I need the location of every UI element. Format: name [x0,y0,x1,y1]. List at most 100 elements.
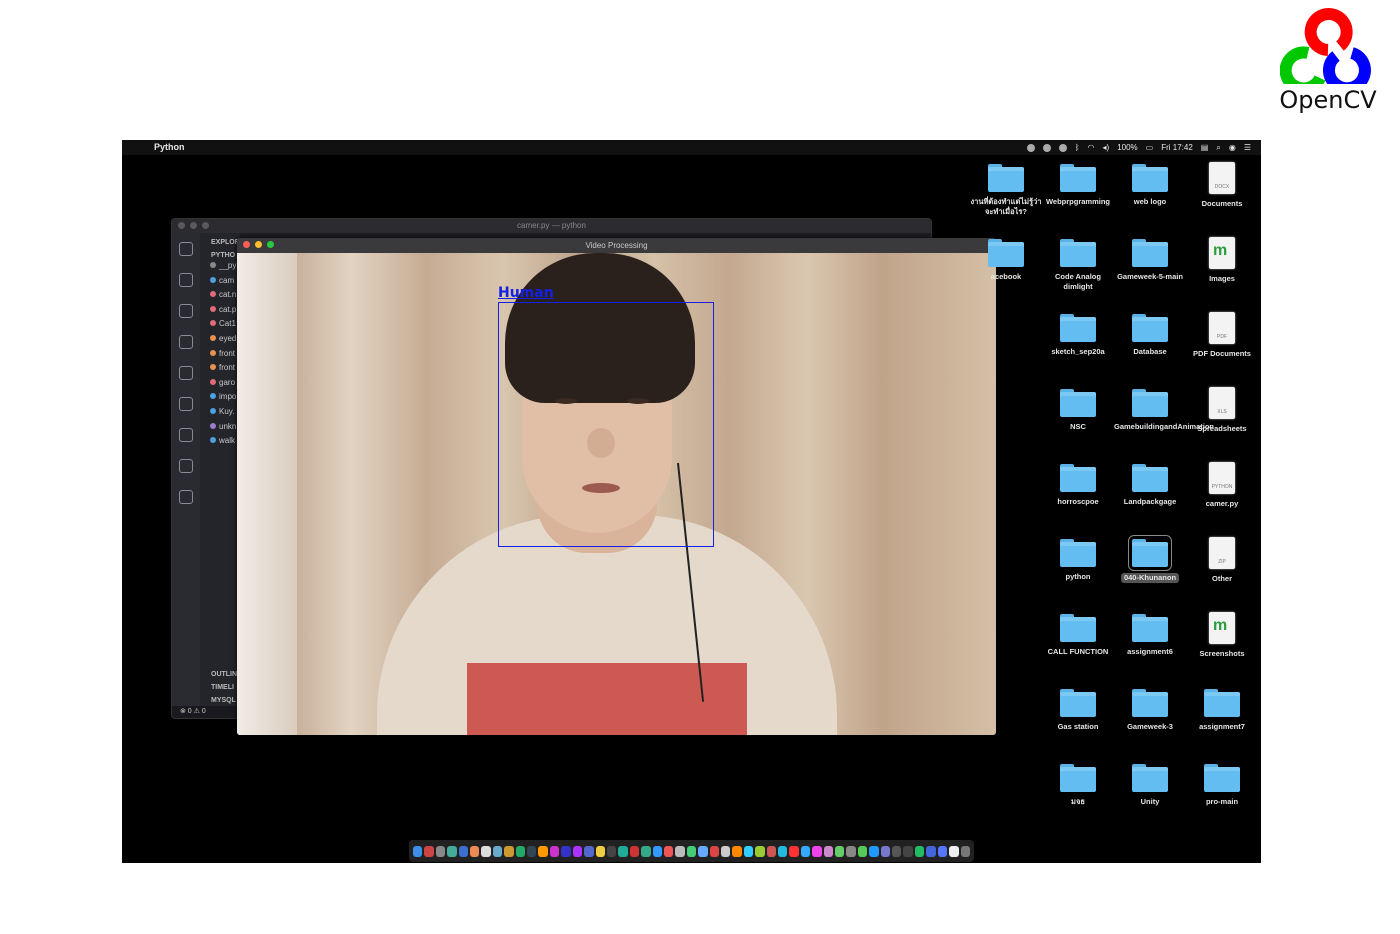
dock-app-icon[interactable] [504,845,514,857]
dock-app-icon[interactable] [515,845,526,857]
battery-icon[interactable]: ▭ [1146,140,1154,155]
menu-app-name[interactable]: Python [154,140,185,155]
desktop-item[interactable]: 040-Khunanon [1114,535,1186,585]
status-icon[interactable] [1042,143,1051,152]
desktop-item[interactable]: Database [1114,312,1186,357]
dock-app-icon[interactable] [641,845,651,857]
dock-app-icon[interactable] [892,845,902,857]
run-debug-icon[interactable] [179,335,193,349]
dock-app-icon[interactable] [789,845,799,857]
source-control-icon[interactable] [179,304,193,318]
desktop-item[interactable]: PDF PDF Documents [1186,312,1258,359]
desktop-item[interactable]: sketch_sep20a [1042,312,1114,357]
desktop-item[interactable]: horroscpoe [1042,462,1114,507]
dock-app-icon[interactable] [675,845,685,857]
dock-app-icon[interactable] [949,845,959,857]
dock-app-icon[interactable] [629,845,640,857]
desktop-item[interactable]: Unity [1114,762,1186,807]
desktop-item[interactable]: ZIP Other [1186,537,1258,584]
dock-app-icon[interactable] [549,845,560,857]
dock-app-icon[interactable] [458,845,469,857]
dock-app-icon[interactable] [778,845,788,857]
battery-percent[interactable]: 100% [1117,140,1137,155]
dock-app-icon[interactable] [903,845,913,857]
dock-app-icon[interactable] [755,845,765,857]
dock-app-icon[interactable] [743,845,754,857]
file-item[interactable]: cam [200,274,240,289]
dock-app-icon[interactable] [561,845,571,857]
control-center-icon[interactable]: ☰ [1244,140,1251,155]
file-item[interactable]: Cat1 [200,317,240,332]
desktop-item[interactable]: pro-main [1186,762,1258,807]
dock-app-icon[interactable] [880,845,891,857]
desktop-item[interactable]: m Screenshots [1186,612,1258,659]
desktop-item[interactable]: มจธ [1042,762,1114,807]
dock-app-icon[interactable] [732,845,742,857]
volume-icon[interactable]: ◂) [1103,140,1110,155]
bluetooth-icon[interactable]: ᛒ [1075,140,1080,155]
search-icon[interactable]: ⌕ [1216,140,1220,155]
status-icon[interactable] [1026,143,1035,152]
menu-clock[interactable]: Fri 17:42 [1161,140,1193,155]
file-item[interactable]: walk [200,434,240,449]
desktop-item[interactable]: m Images [1186,237,1258,284]
dock-app-icon[interactable] [618,845,628,857]
status-icon[interactable] [1058,143,1067,152]
desktop-item[interactable]: NSC [1042,387,1114,432]
dock-app-icon[interactable] [846,845,856,857]
dock-app-icon[interactable] [812,845,822,857]
file-item[interactable]: __py [200,259,240,274]
dock-app-icon[interactable] [435,845,446,857]
file-item[interactable]: garo [200,376,240,391]
dock-app-icon[interactable] [869,845,879,857]
dock-app-icon[interactable] [720,845,731,857]
desktop-item[interactable]: Gas station [1042,687,1114,732]
desktop-item[interactable]: DOCX Documents [1186,162,1258,209]
explorer-collapsed-section[interactable]: MYSQL [200,691,237,704]
file-item[interactable]: cat.p [200,303,240,318]
file-item[interactable]: Kuy. [200,405,240,420]
file-item[interactable]: front [200,361,240,376]
desktop-item[interactable]: Gameweek-3 [1114,687,1186,732]
dock-app-icon[interactable] [709,845,719,857]
dock-app-icon[interactable] [960,845,970,857]
file-item[interactable]: unkn [200,420,240,435]
file-item[interactable]: eyed [200,332,240,347]
explorer-icon[interactable] [179,242,193,256]
dock-app-icon[interactable] [424,845,434,857]
dock-app-icon[interactable] [481,845,491,857]
testing-icon[interactable] [179,397,193,411]
dock-app-icon[interactable] [937,845,948,857]
remote-explorer-icon[interactable] [179,428,193,442]
file-item[interactable]: impo [200,390,240,405]
desktop-item[interactable]: Gameweek-5-main [1114,237,1186,282]
search-icon[interactable] [179,273,193,287]
database-icon[interactable] [179,459,193,473]
dock-app-icon[interactable] [663,845,674,857]
desktop-item[interactable]: งานที่ต้องทำแต่ไม่รู้ว่าจะทำเมื่อไร? [970,162,1042,217]
desktop-item[interactable]: Landpackgage [1114,462,1186,507]
dock-app-icon[interactable] [823,845,834,857]
dock-app-icon[interactable] [926,845,936,857]
file-item[interactable]: cat.n [200,288,240,303]
dock-app-icon[interactable] [835,845,845,857]
dock-app-icon[interactable] [686,845,697,857]
dock-app-icon[interactable] [766,845,776,857]
wifi-icon[interactable]: ◠ [1088,140,1095,155]
desktop-item[interactable]: PYTHON camer.py [1186,462,1258,509]
desktop-item[interactable]: CALL FUNCTION [1042,612,1114,657]
dock-app-icon[interactable] [470,845,480,857]
explorer-collapsed-section[interactable]: TIMELI [200,678,237,691]
dock-app-icon[interactable] [538,845,548,857]
extension-icon[interactable] [179,490,193,504]
dock-app-icon[interactable] [800,845,811,857]
dock-app-icon[interactable] [492,845,503,857]
dock-app-icon[interactable] [914,845,925,857]
dock-app-icon[interactable] [595,845,605,857]
desktop-item[interactable]: assignment6 [1114,612,1186,657]
siri-icon[interactable]: ◉ [1229,140,1236,155]
file-item[interactable]: front [200,347,240,362]
explorer-section[interactable]: PYTHO [200,246,240,259]
extensions-icon[interactable] [179,366,193,380]
dock-app-icon[interactable] [698,845,708,857]
